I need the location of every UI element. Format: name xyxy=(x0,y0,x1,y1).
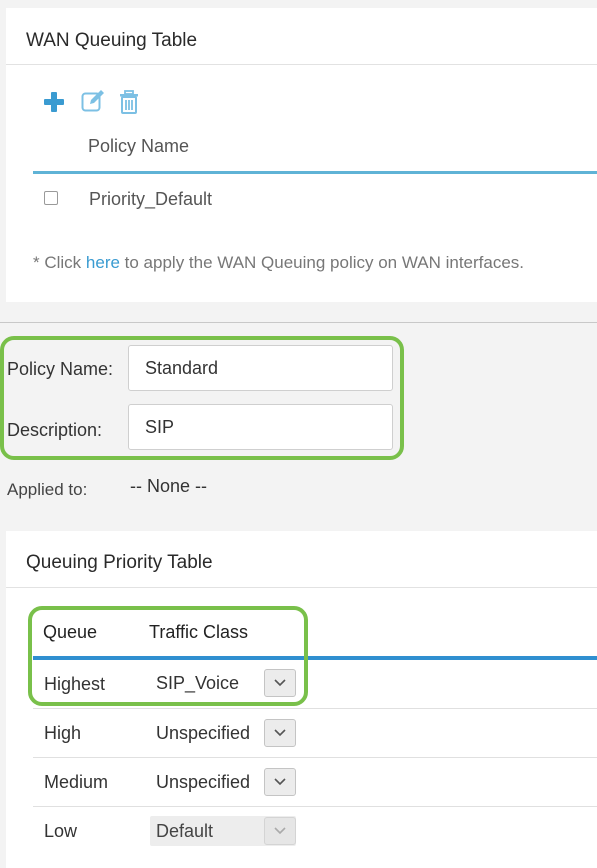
priority-highlight-box xyxy=(28,606,308,706)
queue-cell: High xyxy=(44,723,82,743)
policy-name-column-header[interactable]: Policy Name xyxy=(88,136,189,157)
traffic-class-select[interactable]: Unspecified xyxy=(150,718,296,748)
row-divider xyxy=(33,757,597,758)
row-divider xyxy=(33,708,597,709)
traffic-class-select-disabled: Default xyxy=(150,816,296,846)
traffic-class-select[interactable]: Unspecified xyxy=(150,767,296,797)
policy-name-cell: Priority_Default xyxy=(89,189,213,209)
title-divider xyxy=(6,587,597,588)
row-divider xyxy=(33,806,597,807)
traffic-class-value: Default xyxy=(156,820,214,841)
section-divider xyxy=(0,322,597,323)
chevron-down-icon[interactable] xyxy=(264,768,296,796)
queue-cell: Low xyxy=(44,821,78,841)
note-prefix: * Click xyxy=(33,253,86,272)
traffic-class-value: Unspecified xyxy=(156,722,251,743)
chevron-down-icon[interactable] xyxy=(264,719,296,747)
apply-policy-note: * Click here to apply the WAN Queuing po… xyxy=(33,253,524,273)
plus-icon[interactable] xyxy=(42,90,66,114)
wan-queuing-table-title: WAN Queuing Table xyxy=(26,30,198,51)
note-suffix: to apply the WAN Queuing policy on WAN i… xyxy=(119,253,525,272)
queue-cell: Medium xyxy=(44,772,109,792)
policy-name-input[interactable]: Standard xyxy=(128,345,393,391)
title-divider xyxy=(6,64,597,65)
traffic-class-value: Unspecified xyxy=(156,771,251,792)
queuing-priority-table-title: Queuing Priority Table xyxy=(26,552,213,573)
table-header-rule xyxy=(33,171,597,174)
chevron-down-icon xyxy=(264,817,296,845)
edit-icon[interactable] xyxy=(81,89,107,113)
policy-name-label: Policy Name: xyxy=(7,359,114,379)
trash-icon[interactable] xyxy=(119,90,139,114)
wan-queuing-table-panel: WAN Queuing Table Policy Name Priority_D… xyxy=(6,8,597,302)
apply-here-link[interactable]: here xyxy=(86,253,120,272)
description-label: Description: xyxy=(7,420,103,440)
applied-to-label: Applied to: xyxy=(7,480,88,499)
applied-to-value: -- None -- xyxy=(130,476,208,496)
description-input[interactable]: SIP xyxy=(128,404,393,450)
row-checkbox[interactable] xyxy=(44,191,58,205)
